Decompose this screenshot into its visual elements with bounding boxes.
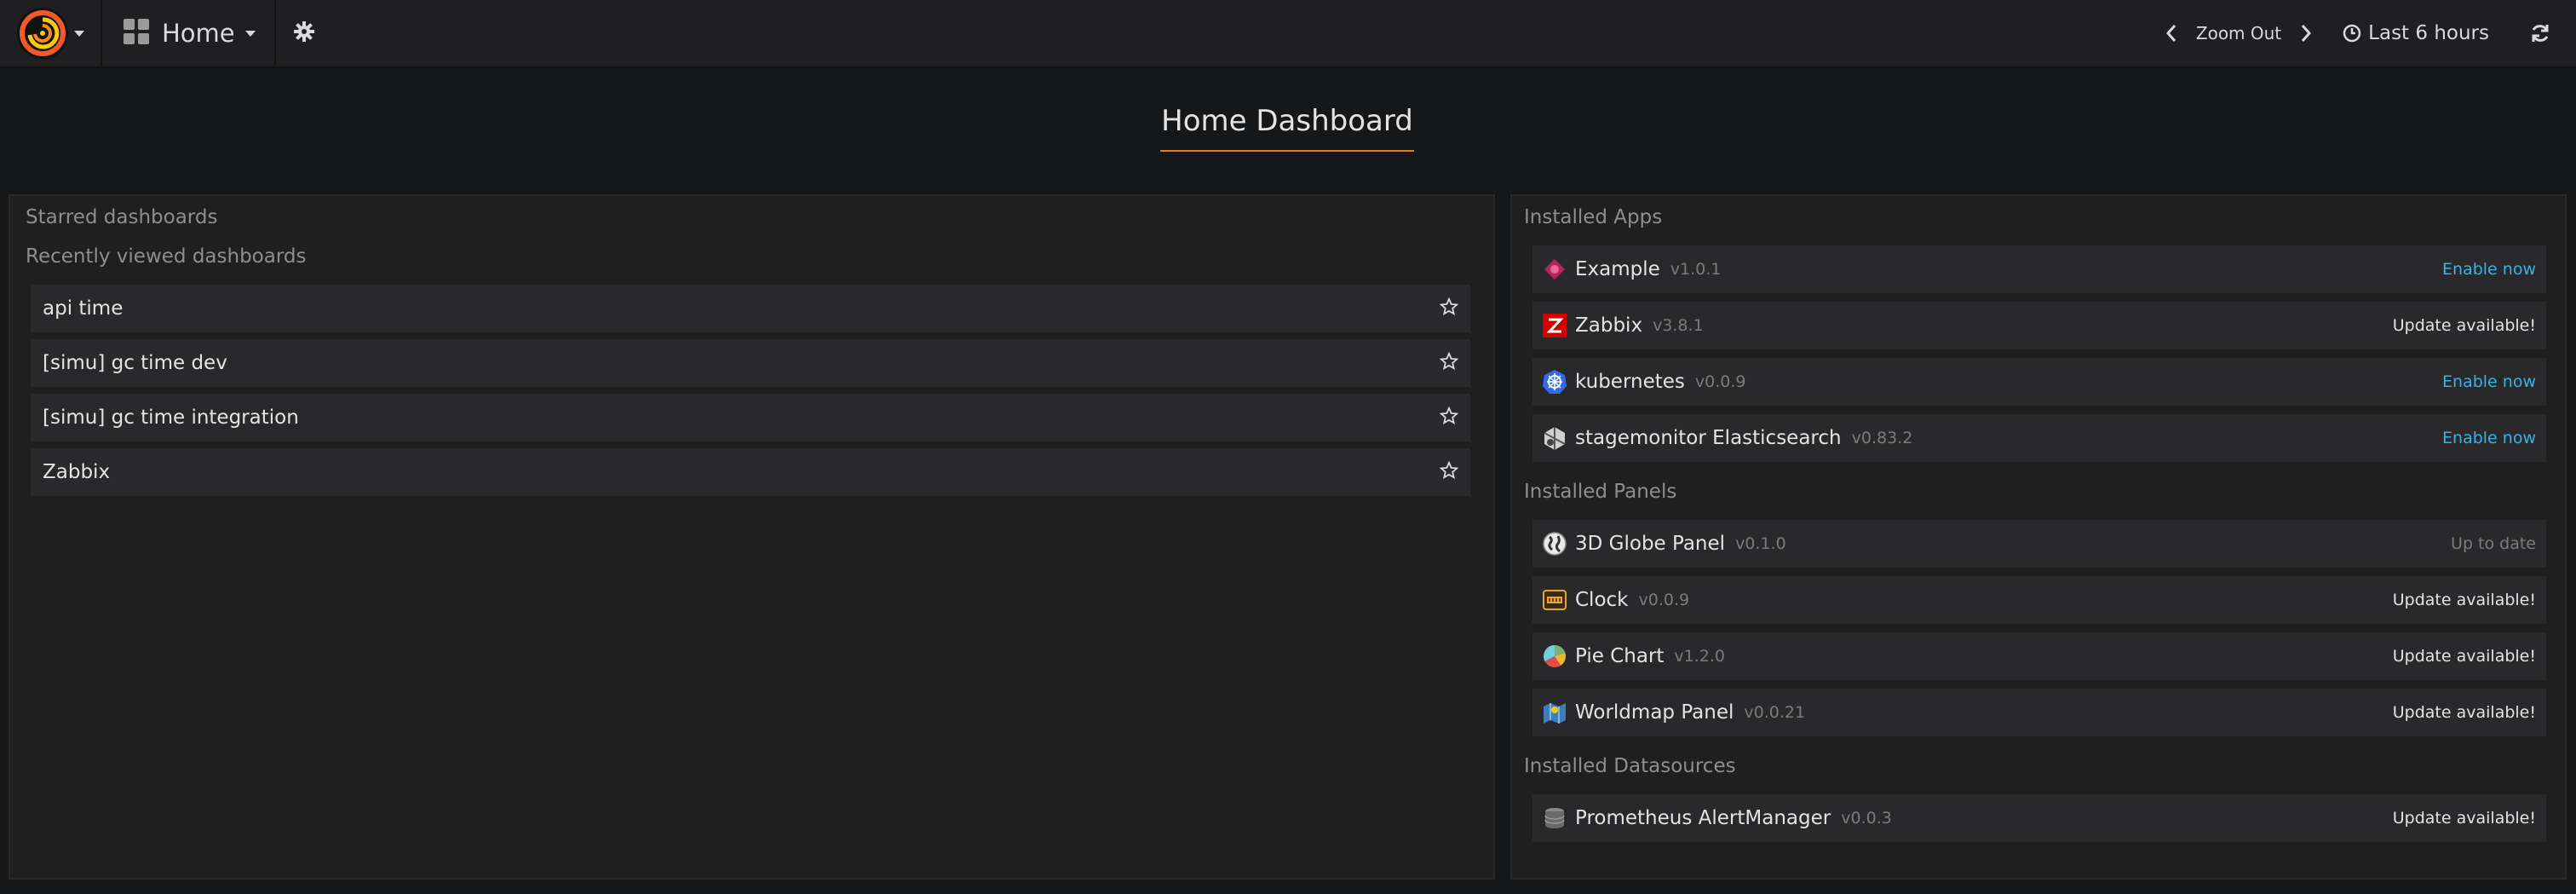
plugin-list-panel: Installed Apps Example v1.0.1 Enable now… [1510, 194, 2567, 880]
update-available-link[interactable]: Update available! [2393, 316, 2536, 335]
enable-now-link[interactable]: Enable now [2442, 260, 2536, 279]
globe-icon [1541, 530, 1568, 557]
plugin-version: v3.8.1 [1653, 316, 1704, 335]
plugin-name: 3D Globe Panel [1575, 533, 1726, 555]
chevron-right-icon [2302, 25, 2312, 42]
dashboard-grid-icon [123, 18, 150, 49]
dashboard-name: [simu] gc time dev [43, 352, 227, 374]
up-to-date-status: Up to date [2451, 534, 2536, 553]
installed-datasources-heading: Installed Datasources [1524, 755, 1736, 777]
pie-chart-icon [1541, 643, 1568, 670]
installed-apps-heading: Installed Apps [1524, 206, 1663, 228]
plugin-version: v0.0.21 [1744, 703, 1806, 722]
plugin-row-kubernetes[interactable]: kubernetes v0.0.9 Enable now [1532, 358, 2546, 406]
dashboard-list-panel: Starred dashboards Recently viewed dashb… [9, 194, 1495, 880]
clock-icon [1541, 586, 1568, 614]
plugin-name: Example [1575, 258, 1660, 280]
plugin-row-pie-chart[interactable]: Pie Chart v1.2.0 Update available! [1532, 632, 2546, 680]
plugin-version: v1.2.0 [1674, 647, 1726, 666]
plugin-version: v0.1.0 [1735, 534, 1786, 553]
plugin-version: v0.0.3 [1841, 809, 1892, 828]
installed-panels-heading: Installed Panels [1524, 481, 1677, 503]
dashboard-picker-button[interactable]: Home [102, 0, 276, 67]
example-app-icon [1541, 256, 1568, 283]
list-item[interactable]: api time [31, 285, 1470, 332]
settings-button[interactable] [276, 0, 332, 67]
dashboard-name: api time [43, 297, 124, 320]
update-available-link[interactable]: Update available! [2393, 703, 2536, 722]
refresh-icon [2532, 25, 2549, 42]
time-forward-button[interactable] [2300, 24, 2312, 43]
star-icon[interactable] [1439, 297, 1459, 320]
star-icon[interactable] [1439, 460, 1459, 483]
plugin-name: stagemonitor Elasticsearch [1575, 427, 1842, 449]
stagemonitor-icon [1541, 424, 1568, 452]
list-item[interactable]: Zabbix [31, 448, 1470, 496]
update-available-link[interactable]: Update available! [2393, 591, 2536, 609]
plugin-row-3d-globe[interactable]: 3D Globe Panel v0.1.0 Up to date [1532, 520, 2546, 568]
enable-now-link[interactable]: Enable now [2442, 429, 2536, 447]
plugin-row-worldmap[interactable]: Worldmap Panel v0.0.21 Update available! [1532, 689, 2546, 736]
plugin-version: v1.0.1 [1670, 260, 1722, 279]
chevron-down-icon [74, 30, 84, 37]
plugin-row-zabbix[interactable]: Zabbix v3.8.1 Update available! [1532, 302, 2546, 349]
plugin-name: Worldmap Panel [1575, 701, 1734, 724]
plugin-version: v0.0.9 [1638, 591, 1690, 609]
plugin-row-clock[interactable]: Clock v0.0.9 Update available! [1532, 576, 2546, 624]
grafana-menu-button[interactable] [0, 0, 102, 67]
chevron-left-icon [2165, 25, 2176, 42]
worldmap-icon [1541, 699, 1568, 726]
grafana-logo-icon [16, 7, 69, 60]
plugin-name: Zabbix [1575, 314, 1643, 337]
dashboard-name: Zabbix [43, 461, 111, 483]
plugin-version: v0.83.2 [1851, 429, 1913, 447]
refresh-button[interactable] [2530, 23, 2550, 43]
plugin-row-stagemonitor[interactable]: stagemonitor Elasticsearch v0.83.2 Enabl… [1532, 414, 2546, 462]
plugin-name: kubernetes [1575, 371, 1685, 393]
starred-dashboards-heading: Starred dashboards [26, 206, 218, 228]
time-picker-button[interactable]: Last 6 hours [2343, 22, 2489, 44]
list-item[interactable]: [simu] gc time dev [31, 339, 1470, 387]
gear-icon [293, 21, 314, 45]
dashboard-name: [simu] gc time integration [43, 407, 299, 429]
clock-icon [2343, 24, 2361, 43]
page-title[interactable]: Home Dashboard [1160, 104, 1414, 152]
home-label: Home [162, 19, 235, 48]
database-icon [1541, 805, 1568, 832]
plugin-row-prometheus-alertmanager[interactable]: Prometheus AlertManager v0.0.3 Update av… [1532, 794, 2546, 842]
time-range-label: Last 6 hours [2368, 22, 2489, 44]
plugin-name: Pie Chart [1575, 645, 1665, 667]
plugin-name: Prometheus AlertManager [1575, 807, 1831, 829]
kubernetes-icon [1541, 368, 1568, 395]
list-item[interactable]: [simu] gc time integration [31, 394, 1470, 441]
time-controls: Zoom Out Last 6 hours [2165, 0, 2576, 67]
recent-dashboards-heading: Recently viewed dashboards [26, 245, 307, 268]
plugin-name: Clock [1575, 589, 1629, 611]
zoom-out-button[interactable]: Zoom Out [2196, 23, 2281, 43]
enable-now-link[interactable]: Enable now [2442, 372, 2536, 391]
time-back-button[interactable] [2165, 24, 2177, 43]
chevron-down-icon [244, 30, 256, 37]
plugin-version: v0.0.9 [1694, 372, 1746, 391]
update-available-link[interactable]: Update available! [2393, 647, 2536, 666]
star-icon[interactable] [1439, 351, 1459, 374]
plugin-row-example[interactable]: Example v1.0.1 Enable now [1532, 245, 2546, 293]
zabbix-icon [1541, 312, 1568, 339]
star-icon[interactable] [1439, 406, 1459, 429]
update-available-link[interactable]: Update available! [2393, 809, 2536, 828]
top-navbar: Home Zoom Out Last 6 hours [0, 0, 2576, 68]
